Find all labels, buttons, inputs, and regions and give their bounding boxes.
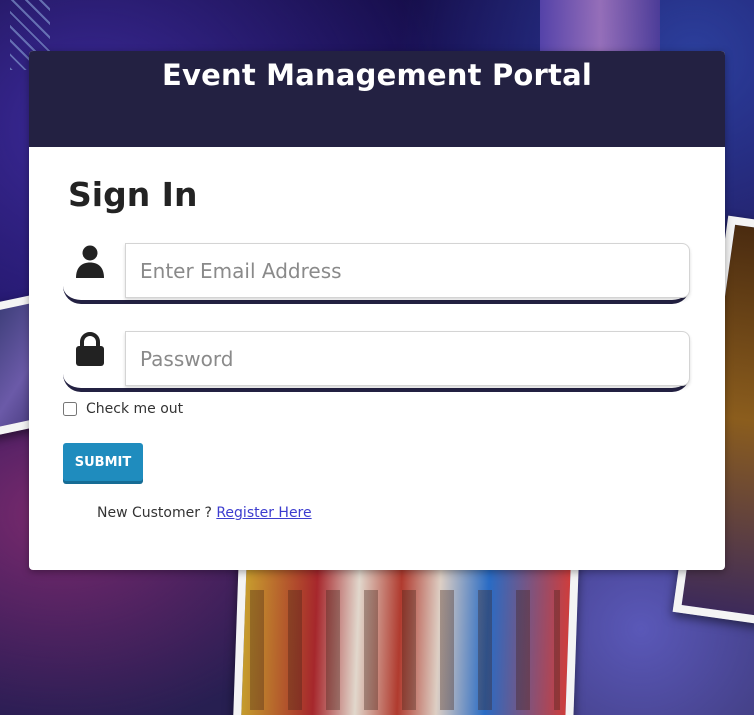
login-card: Event Management Portal Sign In Enter Em… [29,51,725,570]
remember-me-checkbox[interactable] [63,402,77,416]
register-line: New Customer ? Register Here [97,505,312,521]
remember-me[interactable]: Check me out [63,401,183,417]
password-field-group [63,331,690,392]
remember-me-label: Check me out [86,401,184,417]
password-input[interactable] [125,331,690,386]
background-photo-crowd [250,590,560,710]
card-header: Event Management Portal [29,51,725,147]
submit-button[interactable]: SUBMIT [63,443,143,481]
portal-title: Event Management Portal [162,58,592,92]
register-link[interactable]: Register Here [216,505,311,521]
sign-in-heading: Sign In [68,175,198,214]
email-field-group [63,243,690,304]
register-prompt: New Customer ? [97,505,212,521]
email-input[interactable] [125,243,690,298]
user-icon [73,243,107,279]
lock-icon [73,331,107,367]
